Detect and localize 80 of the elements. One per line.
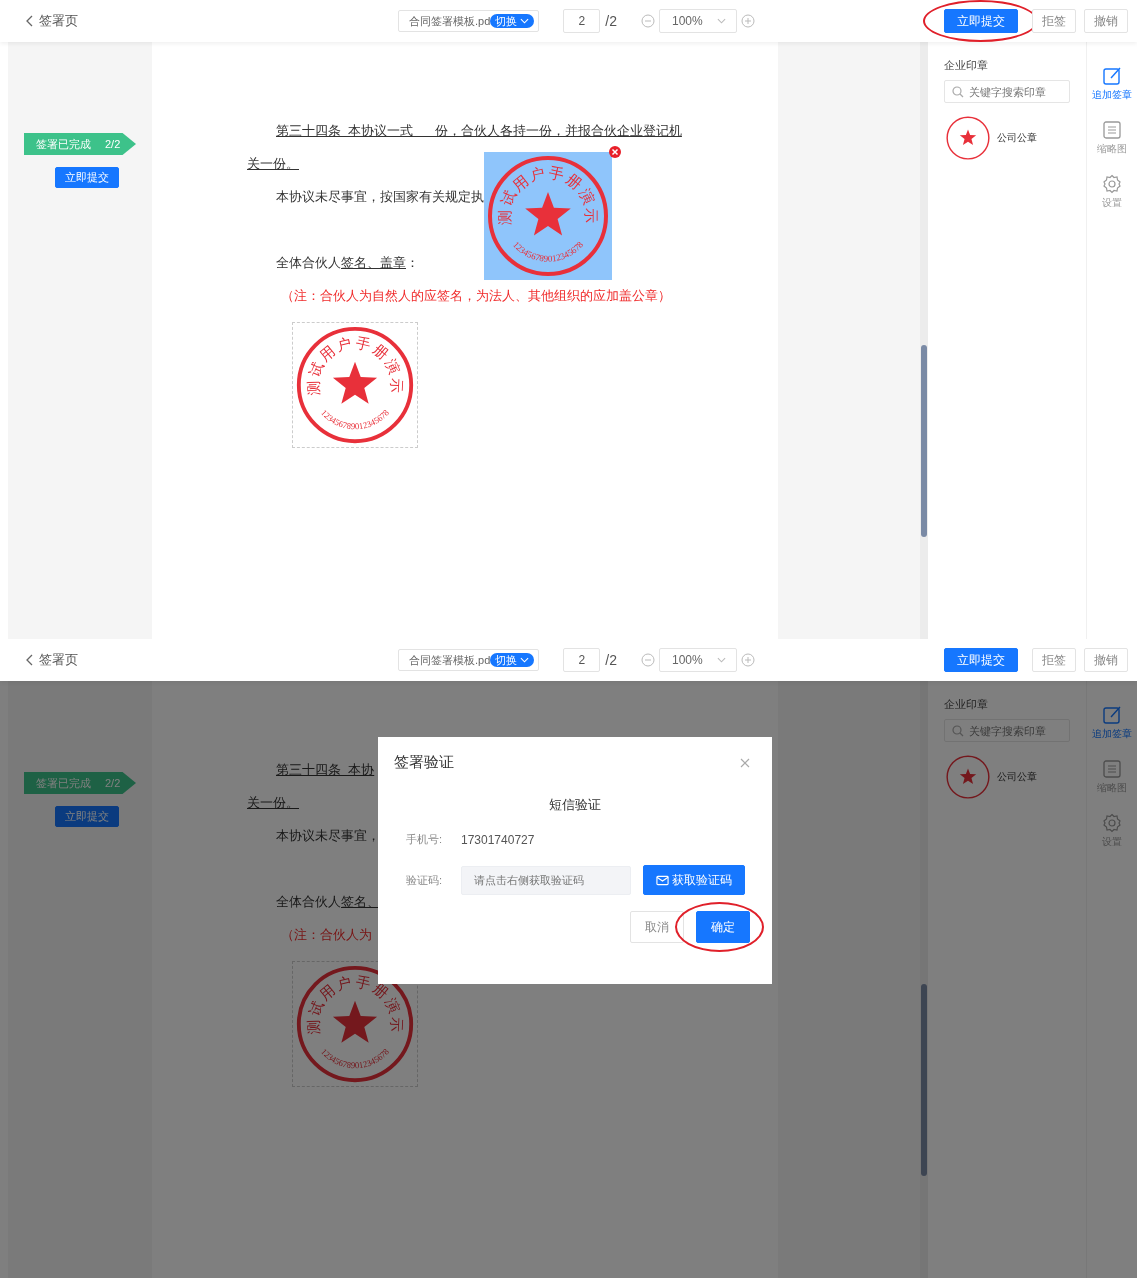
note-text: （注：合伙人为自然人的应签名，为法人、其他组织的应加盖公章）	[281, 287, 671, 305]
caret-icon	[520, 18, 530, 24]
search-field[interactable]: 关键字搜索印章	[944, 80, 1070, 103]
switch-button[interactable]: 切换	[490, 653, 535, 667]
note-text: （注：合伙人为	[281, 926, 372, 944]
button[interactable]: 拒签	[1032, 9, 1076, 33]
tool-button[interactable]: 设置	[1102, 174, 1122, 210]
edit-icon	[1102, 66, 1122, 86]
search-icon	[952, 86, 964, 98]
delete-icon[interactable]	[609, 146, 621, 158]
panel-title: 企业印章	[944, 697, 989, 712]
caret-icon	[717, 18, 726, 24]
file-selector[interactable]: 合同签署模板.pd 切换	[398, 10, 540, 32]
progress-label: 签署已完成	[36, 775, 91, 791]
page-input[interactable]: 2	[563, 9, 601, 33]
zoom-in-icon[interactable]	[741, 653, 755, 667]
dialog-title: 签署验证	[394, 753, 454, 772]
mail-icon	[656, 874, 669, 886]
zoom-select[interactable]: 100%	[659, 9, 737, 33]
list-icon	[1102, 120, 1122, 140]
button[interactable]: 撤销	[1084, 648, 1128, 672]
field-value: 17301740727	[461, 832, 535, 847]
back-icon	[25, 652, 35, 667]
scrollbar-thumb[interactable]	[921, 345, 927, 537]
paragraph-text: 本协议未尽事宜，	[276, 827, 380, 845]
list-icon	[1102, 759, 1122, 779]
button[interactable]: 获取验证码	[643, 865, 745, 895]
file-name: 合同签署模板.pd	[409, 652, 491, 668]
zoom-select[interactable]: 100%	[659, 648, 737, 672]
button[interactable]: 立即提交	[944, 648, 1018, 672]
field-label: 手机号:	[406, 832, 444, 847]
tool-button[interactable]: 缩略图	[1097, 120, 1127, 156]
paragraph-text: 第三十四条 本协	[276, 761, 375, 779]
button[interactable]: 确定	[696, 911, 750, 943]
scrollbar-thumb[interactable]	[921, 984, 927, 1176]
submit-button[interactable]: 立即提交	[55, 167, 119, 188]
progress-label: 签署已完成	[36, 136, 91, 152]
seal-name[interactable]: 公司公章	[997, 131, 1037, 145]
input-field[interactable]: 请点击右侧获取验证码	[461, 865, 631, 895]
paragraph-text: 第三十四条 本协议一式 份，合伙人各持一份，并报合伙企业登记机	[276, 122, 682, 140]
paragraph-text: 全体合伙人签名、	[276, 893, 380, 911]
back-link[interactable]: 签署页	[25, 11, 78, 30]
page-input[interactable]: 2	[563, 648, 601, 672]
submit-button[interactable]: 立即提交	[55, 806, 119, 827]
settings-icon	[1102, 174, 1122, 194]
zoom-in-icon[interactable]	[741, 14, 755, 28]
caret-icon	[717, 657, 726, 663]
search-icon	[952, 725, 964, 737]
switch-button[interactable]: 切换	[490, 14, 535, 28]
seal-name[interactable]: 公司公章	[997, 770, 1037, 784]
progress-count: 2/2	[105, 138, 121, 150]
seal-drawing	[945, 115, 991, 161]
back-link[interactable]: 签署页	[25, 650, 78, 669]
panel-title: 企业印章	[944, 58, 989, 73]
close-icon[interactable]	[740, 757, 750, 768]
button[interactable]: 撤销	[1084, 9, 1128, 33]
file-selector[interactable]: 合同签署模板.pd 切换	[398, 649, 540, 671]
page-total: /2	[605, 13, 617, 29]
page-total: /2	[605, 652, 617, 668]
field-label: 验证码:	[406, 872, 444, 888]
paragraph-text: 本协议未尽事宜，按国家有关规定执	[276, 188, 484, 206]
search-field[interactable]: 关键字搜索印章	[944, 719, 1070, 742]
button[interactable]: 立即提交	[944, 9, 1018, 33]
tool-button[interactable]: 追加签章	[1092, 705, 1132, 741]
paragraph-text: 关一份。	[247, 155, 299, 173]
zoom-out-icon[interactable]	[641, 14, 655, 28]
button[interactable]: 取消	[630, 911, 684, 943]
progress-count: 2/2	[105, 777, 121, 789]
button[interactable]: 拒签	[1032, 648, 1076, 672]
dialog-heading: 短信验证	[548, 796, 602, 814]
caret-icon	[520, 657, 530, 663]
file-name: 合同签署模板.pd	[409, 13, 491, 29]
paragraph-text: 全体合伙人签名、盖章：	[276, 254, 419, 272]
settings-icon	[1102, 813, 1122, 833]
zoom-out-icon[interactable]	[641, 653, 655, 667]
edit-icon	[1102, 705, 1122, 725]
seal-drawing	[945, 754, 991, 800]
back-icon	[25, 13, 35, 28]
tool-button[interactable]: 追加签章	[1092, 66, 1132, 102]
paragraph-text: 关一份。	[247, 794, 299, 812]
